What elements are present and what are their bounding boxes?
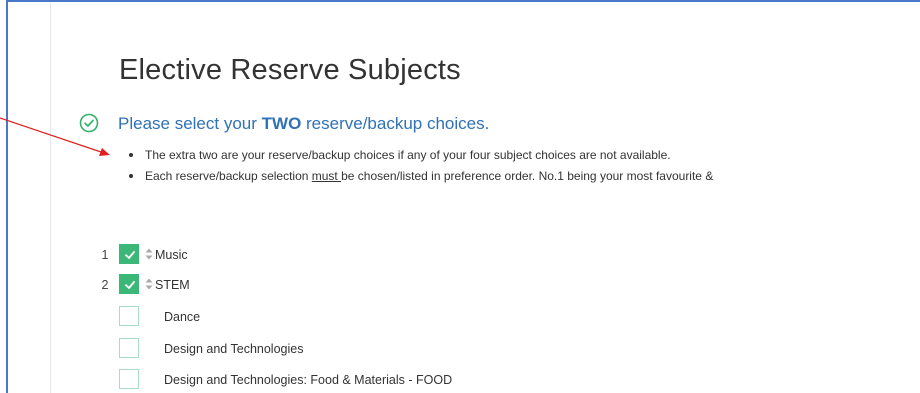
guidance-text: be chosen/listed in preference order. No… bbox=[341, 169, 714, 183]
subject-choice-row[interactable]: Dance bbox=[0, 306, 700, 328]
subject-label: STEM bbox=[155, 278, 190, 292]
guidance-list: The extra two are your reserve/backup ch… bbox=[128, 148, 714, 190]
window-left-border bbox=[6, 0, 8, 393]
content-divider bbox=[50, 2, 51, 393]
window-top-border bbox=[6, 0, 920, 2]
sort-arrows-icon[interactable] bbox=[145, 277, 153, 291]
subject-label: Dance bbox=[164, 310, 201, 324]
rank-number: 1 bbox=[101, 248, 109, 262]
subject-checkbox[interactable] bbox=[119, 244, 139, 264]
subject-choice-row[interactable]: Design and Technologies: Food & Material… bbox=[0, 369, 700, 391]
page-title: Elective Reserve Subjects bbox=[119, 54, 461, 86]
check-circle-icon bbox=[79, 113, 99, 133]
sort-arrows-icon[interactable] bbox=[145, 247, 153, 261]
subject-choice-row[interactable]: Design and Technologies bbox=[0, 338, 700, 360]
subject-checkbox[interactable] bbox=[119, 369, 139, 389]
checkmark-icon bbox=[125, 251, 135, 259]
subject-label: Design and Technologies: Food & Material… bbox=[164, 373, 453, 387]
guidance-item: The extra two are your reserve/backup ch… bbox=[128, 148, 713, 169]
instruction-suffix: reserve/backup choices. bbox=[301, 114, 490, 133]
subject-checkbox[interactable] bbox=[119, 306, 139, 326]
instruction-prefix: Please select your bbox=[118, 114, 262, 133]
rank-number: 2 bbox=[101, 278, 109, 292]
guidance-text: The extra two are your reserve/backup ch… bbox=[145, 148, 671, 162]
guidance-text: Each reserve/backup selection bbox=[145, 169, 312, 183]
guidance-emphasis: must bbox=[311, 169, 342, 183]
guidance-item: Each reserve/backup selection must be ch… bbox=[128, 169, 714, 190]
subject-label: Music bbox=[155, 248, 188, 262]
instruction-count: TWO bbox=[261, 114, 302, 133]
subject-checkbox[interactable] bbox=[119, 274, 139, 294]
ranked-choice-row[interactable]: 1 Music bbox=[0, 244, 700, 266]
checkmark-icon bbox=[125, 281, 135, 289]
subject-label: Design and Technologies bbox=[164, 342, 304, 356]
ranked-choice-row[interactable]: 2 STEM bbox=[0, 274, 700, 296]
selection-instruction: Please select your TWO reserve/backup ch… bbox=[118, 114, 489, 134]
subject-checkbox[interactable] bbox=[119, 338, 139, 358]
